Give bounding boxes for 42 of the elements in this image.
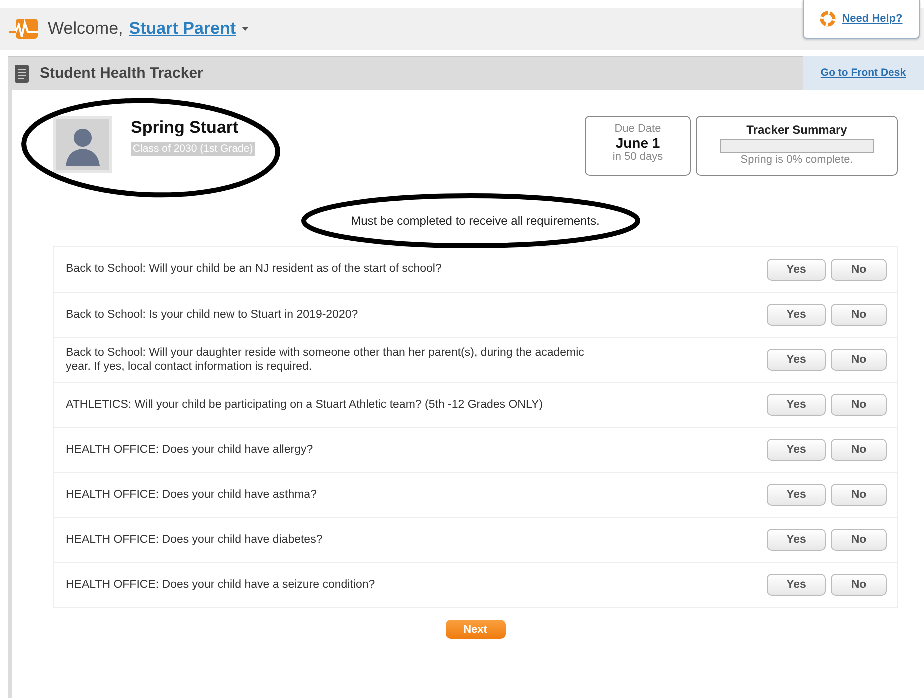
summary-title: Tracker Summary — [746, 123, 848, 137]
no-button[interactable]: No — [831, 439, 887, 461]
due-date-label: Due Date — [614, 123, 662, 135]
no-button[interactable]: No — [831, 484, 887, 506]
yes-button[interactable]: Yes — [767, 349, 826, 371]
due-date: June 1 — [614, 135, 662, 151]
days-remaining: in 50 days — [612, 151, 664, 163]
lifebuoy-icon — [820, 11, 836, 27]
yes-button[interactable]: Yes — [767, 574, 826, 596]
no-button[interactable]: No — [831, 529, 887, 551]
help-link[interactable]: Need Help? — [842, 13, 903, 25]
question-text: Back to School: Will your child be an NJ resident as of the start of school? — [66, 262, 442, 277]
no-button[interactable]: No — [831, 304, 887, 326]
section-title: Student Health Tracker — [40, 65, 204, 82]
welcome-text: Welcome, — [48, 19, 124, 39]
question-text: Back to School: Will your daughter reside with someone other than her parent(s), during the academic year. If yes, local contact information is required. — [66, 346, 586, 374]
yes-button[interactable]: Yes — [767, 529, 826, 551]
student-name: Spring Stuart — [131, 118, 240, 138]
no-button[interactable]: No — [831, 349, 887, 371]
caret-icon[interactable] — [242, 27, 250, 31]
user-link[interactable]: Stuart Parent — [129, 19, 236, 39]
avatar — [53, 116, 112, 173]
question-text: HEALTH OFFICE: Does your child have asthma? — [66, 488, 317, 502]
requirement-message: Must be completed to receive all requirements. — [350, 214, 601, 228]
help-tab[interactable]: Need Help? — [803, 0, 920, 39]
question-text: HEALTH OFFICE: Does your child have a seizure condition? — [66, 578, 376, 592]
question-text: Back to School: Is your child new to Stuart in 2019-2020? — [66, 308, 358, 322]
yes-button[interactable]: Yes — [767, 394, 826, 416]
yes-button[interactable]: Yes — [767, 484, 826, 506]
question-text: HEALTH OFFICE: Does your child have diabetes? — [66, 532, 323, 548]
no-button[interactable]: No — [831, 574, 887, 596]
question-text: HEALTH OFFICE: Does your child have allergy? — [66, 442, 314, 458]
no-button[interactable]: No — [831, 258, 887, 280]
progress-text: Spring is 0% complete. — [740, 154, 854, 166]
document-icon — [14, 64, 30, 84]
yes-button[interactable]: Yes — [767, 439, 826, 461]
no-button[interactable]: No — [831, 394, 887, 416]
logo-icon — [8, 17, 40, 41]
yes-button[interactable]: Yes — [767, 258, 826, 280]
yes-button[interactable]: Yes — [767, 304, 826, 326]
question-text: ATHLETICS: Will your child be participating on a Stuart Athletic team? (5th -12 Grades ONLY) — [66, 398, 544, 412]
front-desk-link[interactable]: Go to Front Desk — [820, 67, 906, 79]
